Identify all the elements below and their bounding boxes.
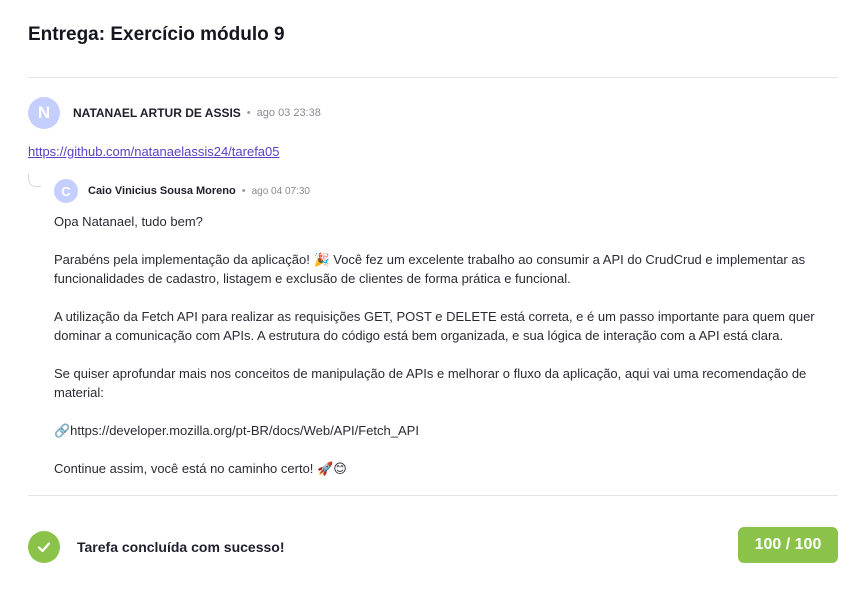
reply-timestamp: ago 04 07:30 — [251, 185, 310, 197]
submission-author: NATANAEL ARTUR DE ASSIS — [73, 106, 241, 120]
status-text: Tarefa concluída com sucesso! — [77, 539, 285, 555]
reply-header: C Caio Vinicius Sousa Moreno • ago 04 07… — [54, 179, 310, 203]
score-badge: 100 / 100 — [738, 527, 838, 563]
check-icon — [28, 531, 60, 563]
check-mark-svg — [37, 542, 51, 553]
page-title: Entrega: Exercício módulo 9 — [28, 24, 285, 45]
reply-author: Caio Vinicius Sousa Moreno — [88, 185, 236, 197]
separator-dot: • — [241, 185, 246, 197]
reply-paragraph: A utilização da Fetch API para realizar … — [54, 309, 815, 343]
header-divider — [28, 77, 838, 78]
reply-paragraph: Opa Natanael, tudo bem? — [54, 214, 203, 229]
reply-paragraph: Parabéns pela implementação da aplicação… — [54, 252, 806, 286]
reply-body: Opa Natanael, tudo bem? Parabéns pela im… — [54, 212, 834, 478]
footer-divider — [28, 495, 838, 496]
reply-paragraph: Continue assim, você está no caminho cer… — [54, 461, 347, 476]
submission-timestamp: ago 03 23:38 — [256, 107, 321, 119]
reply-avatar: C — [54, 179, 78, 203]
submission-link[interactable]: https://github.com/natanaelassis24/taref… — [28, 144, 280, 159]
separator-dot: • — [246, 107, 251, 119]
reply-paragraph: Se quiser aprofundar mais nos conceitos … — [54, 366, 807, 400]
submission-page: Entrega: Exercício módulo 9 N NATANAEL A… — [0, 0, 866, 589]
thread-connector — [28, 174, 41, 187]
reply-link-paragraph[interactable]: 🔗https://developer.mozilla.org/pt-BR/doc… — [54, 421, 834, 440]
result-row: Tarefa concluída com sucesso! 100 / 100 — [28, 527, 838, 565]
submission-header: N NATANAEL ARTUR DE ASSIS • ago 03 23:38 — [28, 97, 321, 129]
avatar: N — [28, 97, 60, 129]
